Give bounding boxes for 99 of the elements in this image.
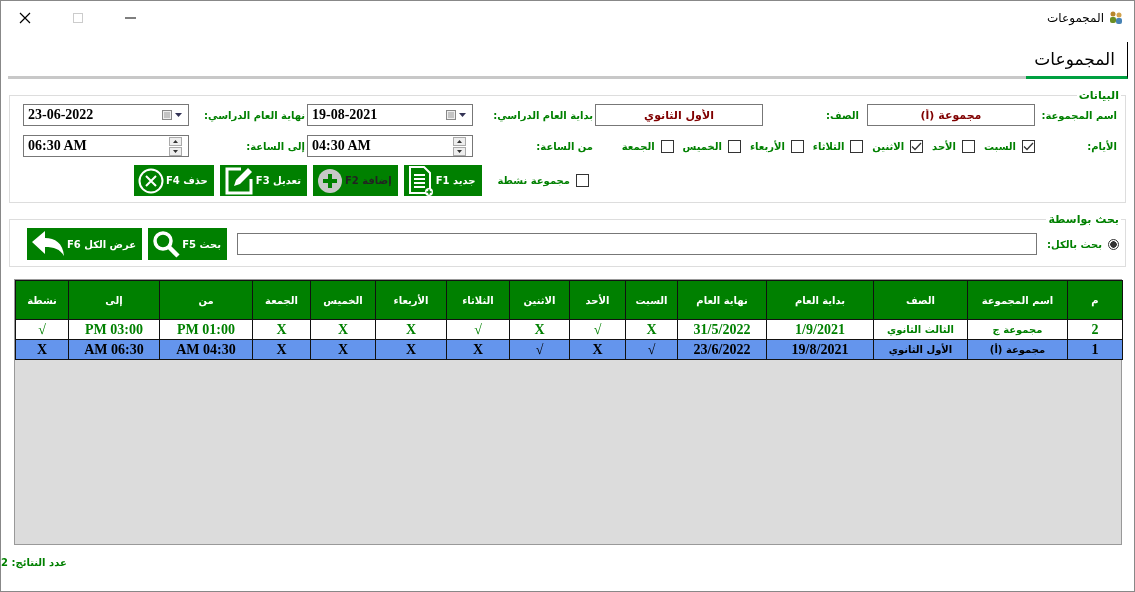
back-arrow-icon [30,230,65,258]
table-cell: X [252,319,311,340]
tab[interactable]: المجموعات [1026,42,1128,79]
column-header[interactable]: إلى [68,280,160,320]
pencil-icon [223,165,254,196]
checkbox[interactable] [790,139,804,153]
edit-button[interactable]: تعديل F3 [219,165,307,196]
table-cell: الثالث الثانوي [873,319,968,340]
table-cell: مجموعة (أ) [967,339,1068,360]
search-icon [152,230,181,258]
table-cell: √ [446,319,510,340]
column-header[interactable]: الجمعة [252,280,311,320]
checkbox[interactable] [660,139,674,153]
table-cell: X [15,339,69,360]
table-cell: PM 01:00 [159,319,253,340]
table-cell: AM 06:30 [68,339,160,360]
column-header[interactable]: نشطة [15,280,69,320]
table-cell: X [375,319,447,340]
table-cell: 2 [1067,319,1123,340]
date-field[interactable]: 19-08-2021 [307,104,473,126]
caret-icon[interactable] [459,113,466,117]
table-cell: X [375,339,447,360]
show-all-button[interactable]: عرض الكل F6 [26,228,143,260]
group-title: البيانات [1077,89,1120,102]
checkbox[interactable] [576,174,589,187]
checkbox-label: الثلاثاء [812,140,845,152]
column-header[interactable]: م [1067,280,1123,320]
table-cell: √ [509,339,570,360]
checkbox[interactable] [961,139,975,153]
search-field[interactable] [236,233,1037,255]
field-label: نهاية العام الدراسي: [204,109,306,121]
document-icon [407,164,434,197]
field-label: من الساعة: [536,140,594,152]
table-cell: الأول الثانوي [873,339,968,360]
column-header[interactable]: الأحد [569,280,626,320]
checkbox-label: مجموعة نشطة [497,175,570,186]
table-cell: PM 03:00 [68,319,160,340]
table-cell: X [446,339,510,360]
table-cell: 23/6/2022 [677,339,767,360]
minimize-icon[interactable] [125,16,136,19]
checkbox[interactable] [1022,139,1035,153]
close-circle-icon [137,167,164,194]
checkbox-label: الأحد [932,140,956,152]
column-header[interactable]: الخميس [310,280,376,320]
window-title: المجموعات [1047,10,1104,25]
table-cell: مجموعة ج [967,319,1068,340]
checkbox-label: الأربعاء [749,140,785,152]
radio-label: بحث بالكل: [1046,238,1102,250]
column-header[interactable]: السبت [625,280,678,320]
checkbox-label: الخميس [682,140,722,152]
field-label: الأيام: [1087,140,1118,152]
people-icon [1108,9,1124,26]
table-cell: 31/5/2022 [677,319,767,340]
table-cell: 1/9/2021 [766,319,874,340]
grade-field[interactable]: الأول الثانوي [595,104,763,126]
field-label: الصف: [825,109,860,121]
table-cell: X [310,319,376,340]
table-cell: √ [15,319,69,340]
column-header[interactable]: من [159,280,253,320]
date-field[interactable]: 23-06-2022 [23,104,189,126]
table-cell: X [509,319,570,340]
table-cell: AM 04:30 [159,339,253,360]
time-field[interactable]: 06:30 AM [23,135,189,157]
time-field[interactable]: 04:30 AM [307,135,473,157]
checkbox-label: الجمعة [621,140,655,152]
field-label: اسم المجموعة: [1041,109,1118,121]
checkbox[interactable] [850,139,864,153]
column-header[interactable]: الأربعاء [375,280,447,320]
column-header[interactable]: نهاية العام [677,280,767,320]
column-header[interactable]: الثلاثاء [446,280,510,320]
checkbox[interactable] [727,139,741,153]
table-cell: √ [625,339,678,360]
table-cell: √ [569,319,626,340]
column-header[interactable]: الصف [873,280,968,320]
field-label: إلى الساعة: [246,140,306,152]
column-header[interactable]: بداية العام [766,280,874,320]
close-icon[interactable] [19,11,31,24]
checkbox-label: الاثنين [872,140,905,152]
table-cell: X [625,319,678,340]
checkbox[interactable] [910,139,924,153]
table-cell: X [252,339,311,360]
new-button[interactable]: جديد F1 [403,165,482,196]
search-button[interactable]: بحث F5 [148,228,227,260]
group-title: بحث بواسطة [1047,213,1120,226]
table-cell: 19/8/2021 [766,339,874,360]
result-count: عدد النتائج: 2 [1,557,67,568]
spinner-icon[interactable] [453,136,466,156]
column-header[interactable]: الاثنين [509,280,570,320]
checkbox-label: السبت [983,140,1016,152]
column-header[interactable]: اسم المجموعة [967,280,1068,320]
table-cell: X [310,339,376,360]
caret-icon[interactable] [175,113,182,117]
spinner-icon[interactable] [169,136,182,156]
table-cell: X [569,339,626,360]
table-cell: 1 [1067,339,1123,360]
delete-button[interactable]: حذف F4 [133,165,214,196]
plus-icon [316,167,343,194]
field-label: بداية العام الدراسي: [493,109,594,121]
radio-button[interactable] [1108,238,1119,250]
